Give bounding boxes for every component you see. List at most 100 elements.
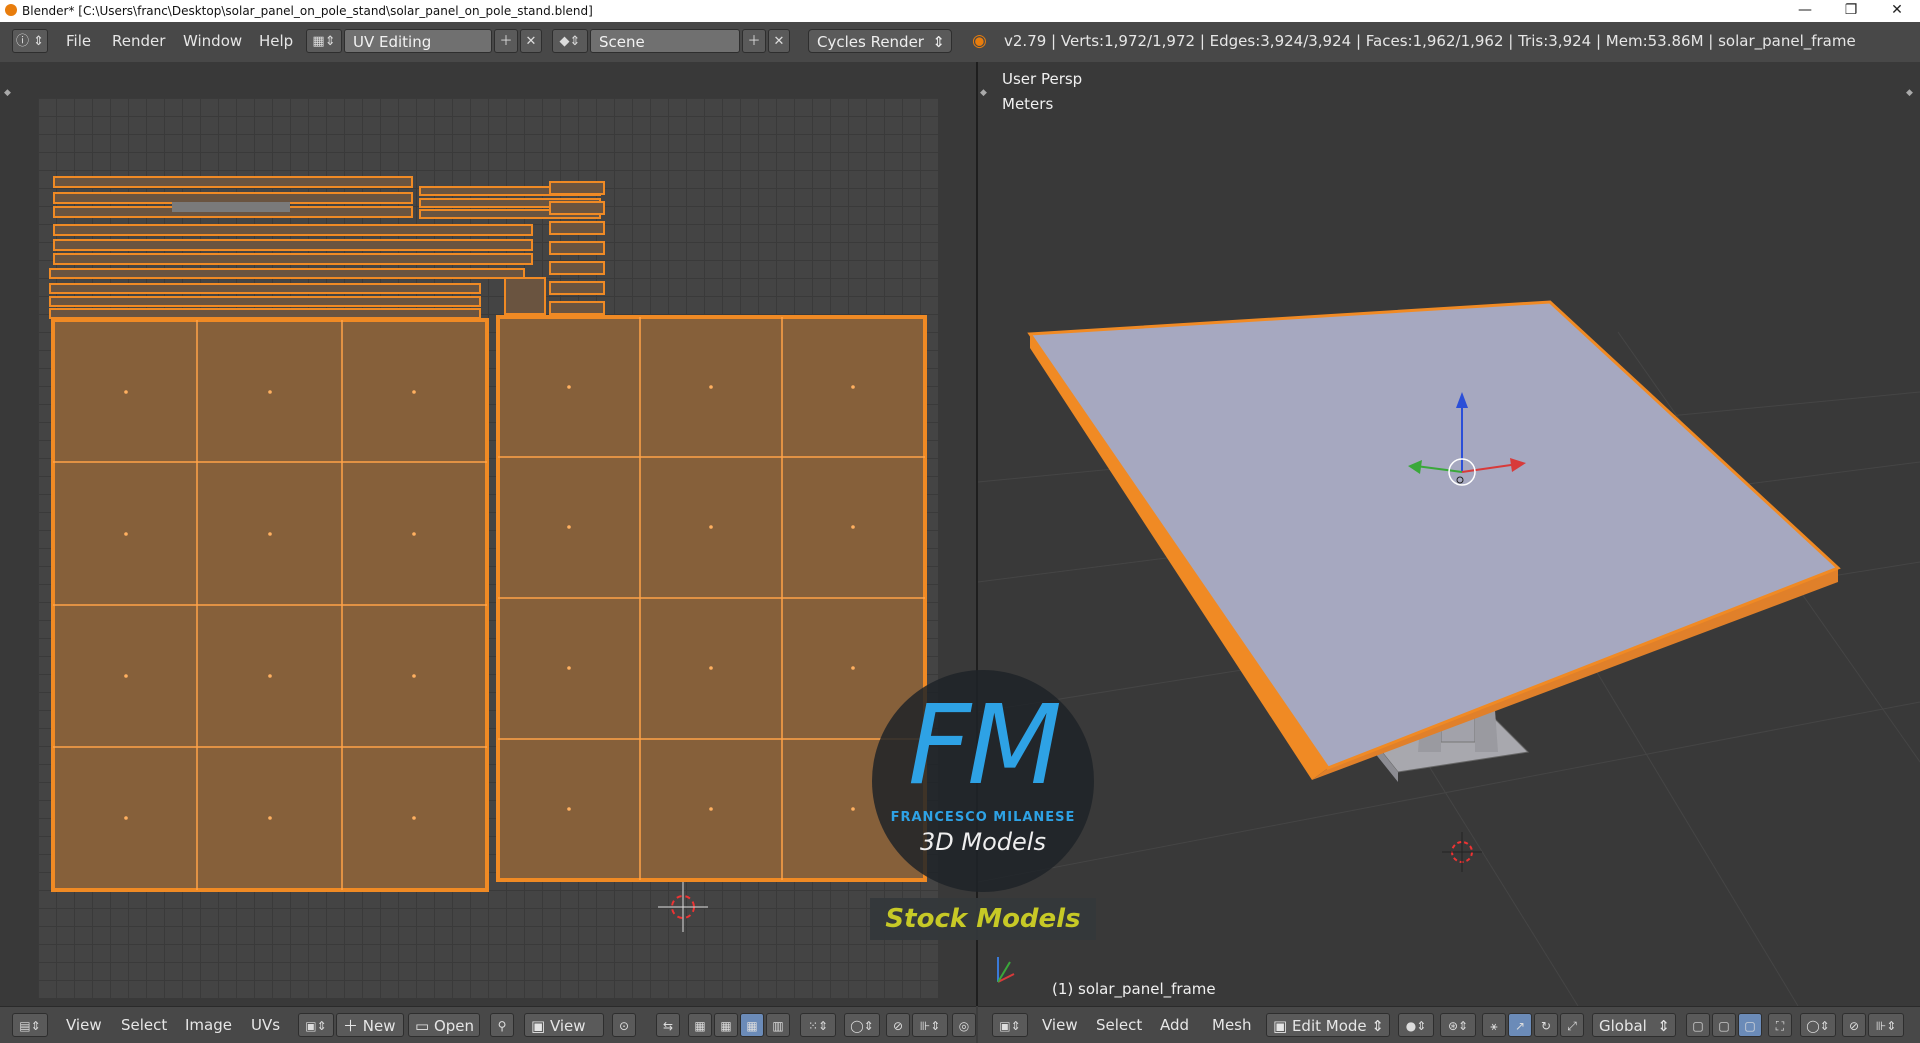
minimize-button[interactable]: — (1782, 0, 1828, 22)
scene-icon[interactable]: ◆⇕ (552, 29, 588, 53)
proportional-editing-icon[interactable]: ◯⇕ (1800, 1013, 1836, 1037)
editor-type-image-icon[interactable]: ▤⇕ (12, 1013, 48, 1037)
open-image-label: Open (433, 1017, 475, 1035)
3d-view-header: ▣⇕ View Select Add Mesh ▣ Edit Mode ⇕ ●⇕… (978, 1006, 1920, 1043)
render-engine-label: Cycles Render (817, 33, 924, 51)
close-button[interactable]: ✕ (1874, 0, 1920, 22)
sticky-mode-icon[interactable]: ⁙⇕ (800, 1013, 836, 1037)
vp-menu-mesh[interactable]: Mesh (1212, 1013, 1252, 1037)
window-titlebar: Blender* [C:\Users\franc\Desktop\solar_p… (0, 0, 1920, 22)
unit-label: Meters (1002, 95, 1054, 113)
new-image-button[interactable]: ＋ New (336, 1013, 404, 1037)
uv-menu-select[interactable]: Select (121, 1013, 167, 1037)
toolshelf-toggle-icon[interactable]: ◆ (980, 88, 990, 98)
watermark-author: FRANCESCO MILANESE (890, 810, 1076, 825)
blender-app-icon (5, 4, 17, 16)
watermark-logo: FM FRANCESCO MILANESE 3D Models Stock Mo… (870, 670, 1100, 940)
view-mode-select[interactable]: ▣ View (524, 1013, 604, 1037)
chevron-updown-icon: ⇕ (1657, 1017, 1670, 1035)
folder-icon: ▭ (415, 1017, 434, 1035)
pivot-point-icon[interactable]: ⊛⇕ (1440, 1013, 1476, 1037)
snap-target-icon[interactable]: ⊪⇕ (912, 1013, 948, 1037)
vp-menu-add[interactable]: Add (1160, 1013, 1189, 1037)
render-engine-select[interactable]: Cycles Render ⇕ (808, 29, 952, 53)
edge-select-mode-icon[interactable]: ▢ (1712, 1013, 1736, 1037)
render-slot-icon[interactable]: ◎ (952, 1013, 976, 1037)
view-axis-icon (997, 957, 1015, 983)
pivot-icon[interactable]: ⊙ (612, 1013, 636, 1037)
image-browse-icon[interactable]: ▣⇕ (298, 1013, 334, 1037)
menu-render[interactable]: Render (112, 29, 165, 53)
orientation-label: Global (1599, 1017, 1647, 1035)
plus-icon: ＋ (343, 1017, 363, 1035)
watermark-fm: FM (907, 681, 1062, 809)
solar-panel-top (1027, 300, 1841, 770)
watermark-badge: Stock Models (870, 898, 1096, 940)
mode-select[interactable]: ▣ Edit Mode ⇕ (1266, 1013, 1390, 1037)
scene-stats: v2.79 | Verts:1,972/1,972 | Edges:3,924/… (1004, 32, 1856, 50)
viewport-shading-icon[interactable]: ●⇕ (1398, 1013, 1434, 1037)
viewport-grid (978, 300, 1920, 1006)
face-select-mode-icon[interactable]: ▢ (1738, 1013, 1762, 1037)
open-image-button[interactable]: ▭ Open (408, 1013, 480, 1037)
vp-menu-view[interactable]: View (1042, 1013, 1078, 1037)
uv-2d-cursor-icon (658, 882, 708, 932)
translate-manipulator-icon[interactable]: ↗ (1508, 1013, 1532, 1037)
uv-strip-gap (172, 202, 290, 212)
new-image-label: New (362, 1017, 396, 1035)
limit-selection-icon[interactable]: ⛶ (1768, 1013, 1792, 1037)
view-mode-label: View (549, 1017, 586, 1035)
add-screen-icon[interactable]: ＋ (494, 29, 518, 53)
uv-panel-left (51, 318, 489, 892)
transform-orientation-select[interactable]: Global ⇕ (1592, 1013, 1676, 1037)
snap-icon[interactable]: ⊘ (886, 1013, 910, 1037)
proportional-edit-icon[interactable]: ◯⇕ (844, 1013, 880, 1037)
menu-window[interactable]: Window (183, 29, 242, 53)
screen-layout-field[interactable]: UV Editing (344, 29, 492, 53)
menu-help[interactable]: Help (259, 29, 293, 53)
vp-menu-select[interactable]: Select (1096, 1013, 1142, 1037)
remove-screen-icon[interactable]: ✕ (520, 29, 542, 53)
3d-viewport[interactable]: ◆ ◆ User Persp Meters (1) solar_panel_fr… (978, 62, 1920, 1006)
uv-menu-image[interactable]: Image (185, 1013, 232, 1037)
uv-menu-uvs[interactable]: UVs (251, 1013, 280, 1037)
snap-element-icon[interactable]: ⊪⇕ (1868, 1013, 1904, 1037)
uv-frame-strips (49, 176, 605, 319)
screen-layout-icon[interactable]: ▦⇕ (306, 29, 342, 53)
scale-manipulator-icon[interactable]: ⤢ (1560, 1013, 1584, 1037)
editor-type-info-icon[interactable]: ⓘ ⇕ (12, 29, 48, 53)
uv-editor-header: ▤⇕ View Select Image UVs ▣⇕ ＋ New ▭ Open… (0, 1006, 976, 1043)
pin-icon[interactable]: ⚲ (490, 1013, 514, 1037)
window-title: Blender* [C:\Users\franc\Desktop\solar_p… (22, 4, 593, 18)
face-select-icon[interactable]: ▦ (740, 1013, 764, 1037)
add-scene-icon[interactable]: ＋ (742, 29, 766, 53)
scene-field[interactable]: Scene (590, 29, 740, 53)
island-select-icon[interactable]: ▥ (766, 1013, 790, 1037)
vertex-select-icon[interactable]: ▦ (688, 1013, 712, 1037)
uv-image-editor[interactable]: ◆ (0, 62, 976, 1006)
edge-select-icon[interactable]: ▦ (714, 1013, 738, 1037)
snap-toggle-icon[interactable]: ⊘ (1842, 1013, 1866, 1037)
view-name: User Persp (1002, 70, 1083, 88)
chevron-updown-icon: ⇕ (1371, 1017, 1384, 1035)
blender-logo-icon: ◉ (972, 31, 987, 51)
sync-selection-icon[interactable]: ⇆ (656, 1013, 680, 1037)
rotate-manipulator-icon[interactable]: ↻ (1534, 1013, 1558, 1037)
menu-file[interactable]: File (66, 29, 91, 53)
watermark-tagline: 3D Models (920, 828, 1046, 856)
manipulator-toggle-icon[interactable]: ⚹ (1482, 1013, 1506, 1037)
view-mode-icon: ▣ (531, 1017, 550, 1035)
editor-type-3dview-icon[interactable]: ▣⇕ (992, 1013, 1028, 1037)
vertex-select-mode-icon[interactable]: ▢ (1686, 1013, 1710, 1037)
properties-toggle-icon[interactable]: ◆ (1906, 88, 1916, 98)
remove-scene-icon[interactable]: ✕ (768, 29, 790, 53)
3d-cursor-icon (1442, 832, 1482, 872)
uv-panel-right (496, 315, 927, 882)
mode-label: Edit Mode (1291, 1017, 1367, 1035)
edit-mode-icon: ▣ (1273, 1017, 1292, 1035)
chevron-updown-icon: ⇕ (932, 33, 945, 51)
info-header: ⓘ ⇕ File Render Window Help ▦⇕ UV Editin… (0, 22, 1920, 63)
uv-menu-view[interactable]: View (66, 1013, 102, 1037)
restore-button[interactable]: ❐ (1828, 0, 1874, 22)
uv-layout[interactable] (0, 62, 976, 1006)
